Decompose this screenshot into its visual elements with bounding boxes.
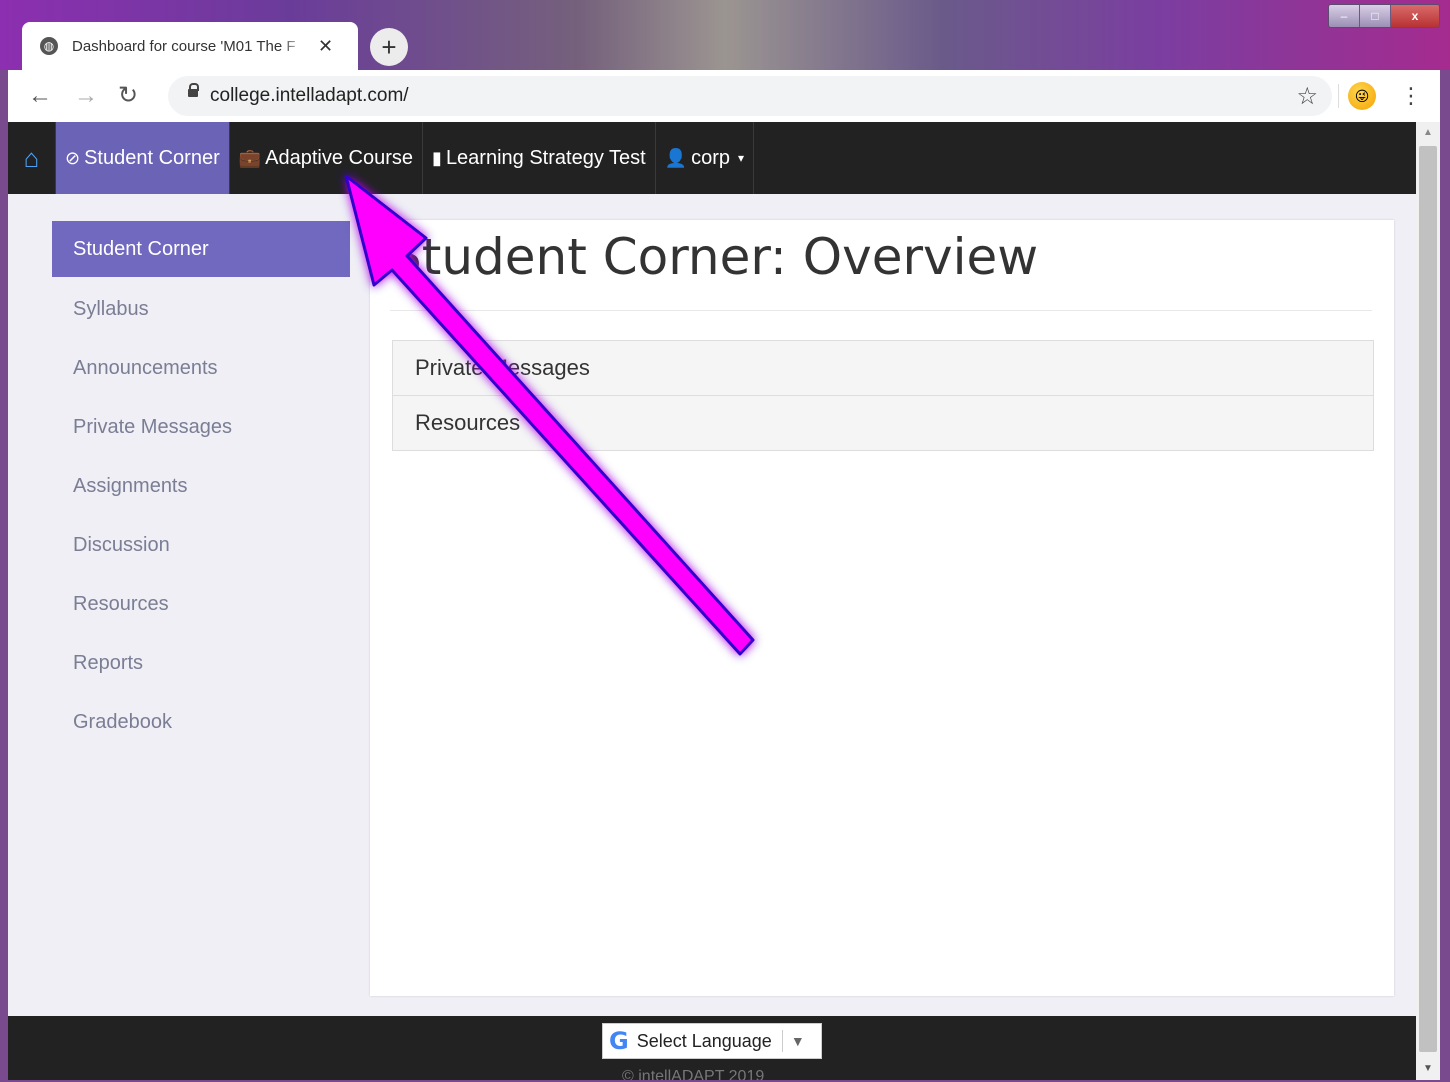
clock-icon: ⊘ [65,147,81,168]
new-tab-button[interactable]: + [370,28,408,66]
profile-avatar-icon[interactable]: 😜 [1348,82,1376,110]
dropdown-arrow-icon: ▼ [790,1033,805,1049]
toolbar-divider [1338,84,1339,108]
back-arrow-icon[interactable]: ← [28,82,52,110]
nav-adaptive-course-label: Adaptive Course [265,146,414,169]
sidebar-item-student-corner[interactable]: Student Corner [52,221,350,277]
sidebar: Student Corner Syllabus Announcements Pr… [52,221,350,752]
briefcase-icon: 💼 [238,147,262,168]
sidebar-item-private-messages[interactable]: Private Messages [52,398,350,457]
user-icon: 👤 [664,147,688,168]
tab-close-icon[interactable]: ✕ [318,36,333,57]
nav-user-label: corp [691,146,731,169]
language-selector[interactable]: G Select Language ▼ [602,1023,822,1059]
lock-icon [188,83,199,97]
nav-user-menu[interactable]: 👤 corp ▾ [656,122,755,194]
sidebar-item-announcements[interactable]: Announcements [52,339,350,398]
reload-icon[interactable]: ↻ [118,82,138,110]
forward-arrow-icon[interactable]: → [74,82,98,110]
home-button[interactable]: ⌂ [8,122,56,194]
title-divider [390,310,1372,311]
home-icon: ⌂ [23,142,40,173]
nav-student-corner[interactable]: ⊘ Student Corner [56,122,230,194]
nav-student-corner-label: Student Corner [84,146,220,169]
top-navigation: ⌂ ⊘ Student Corner 💼 Adaptive Course ▮ L… [8,122,1416,194]
scroll-up-arrow-icon[interactable]: ▲ [1416,122,1440,144]
language-selector-divider [781,1030,783,1052]
panel-resources[interactable]: Resources [393,395,1373,450]
browser-toolbar: ← → ↻ college.intelladapt.com/ ☆ 😜 ⋮ [8,70,1440,122]
address-bar[interactable]: college.intelladapt.com/ ☆ [168,76,1332,116]
scroll-thumb[interactable] [1419,146,1437,1052]
close-window-button[interactable]: x [1391,5,1439,27]
window-controls: – □ x [1328,4,1440,28]
nav-learning-strategy-test[interactable]: ▮ Learning Strategy Test [423,122,656,194]
panel-private-messages[interactable]: Private Messages [393,341,1373,395]
copyright-text: © intellADAPT 2019 [622,1068,765,1080]
page-scrollbar[interactable]: ▲ ▼ [1416,122,1440,1080]
nav-learning-strategy-test-label: Learning Strategy Test [445,146,646,169]
overview-panels: Private Messages Resources [392,340,1374,451]
caret-down-icon: ▾ [738,151,745,165]
tab-title: Dashboard for course 'M01 The F [72,37,296,55]
url-text[interactable]: college.intelladapt.com/ [210,85,409,107]
bookmark-star-icon[interactable]: ☆ [1296,82,1318,111]
page-footer: G Select Language ▼ © intellADAPT 2019 [8,1016,1416,1080]
browser-menu-icon[interactable]: ⋮ [1400,82,1422,110]
scroll-down-arrow-icon[interactable]: ▼ [1416,1058,1440,1080]
sidebar-item-reports[interactable]: Reports [52,634,350,693]
title-bar: ◍ Dashboard for course 'M01 The F ✕ + – … [0,0,1450,70]
minimize-button[interactable]: – [1329,5,1360,27]
sidebar-item-discussion[interactable]: Discussion [52,516,350,575]
browser-tab[interactable]: ◍ Dashboard for course 'M01 The F ✕ [22,22,358,70]
google-g-icon: G [609,1027,629,1055]
nav-adaptive-course[interactable]: 💼 Adaptive Course [230,122,424,194]
sidebar-item-gradebook[interactable]: Gradebook [52,693,350,752]
globe-icon: ◍ [40,37,58,55]
page-viewport: ⌂ ⊘ Student Corner 💼 Adaptive Course ▮ L… [8,122,1416,1080]
book-icon: ▮ [432,147,442,168]
browser-window: ◍ Dashboard for course 'M01 The F ✕ + – … [0,0,1450,1082]
sidebar-item-assignments[interactable]: Assignments [52,457,350,516]
language-selector-label: Select Language [636,1030,772,1051]
maximize-button[interactable]: □ [1360,5,1391,27]
sidebar-item-syllabus[interactable]: Syllabus [52,280,350,339]
main-content: Student Corner: Overview Private Message… [370,220,1394,996]
page-title: Student Corner: Overview [390,228,1039,286]
sidebar-item-resources[interactable]: Resources [52,575,350,634]
